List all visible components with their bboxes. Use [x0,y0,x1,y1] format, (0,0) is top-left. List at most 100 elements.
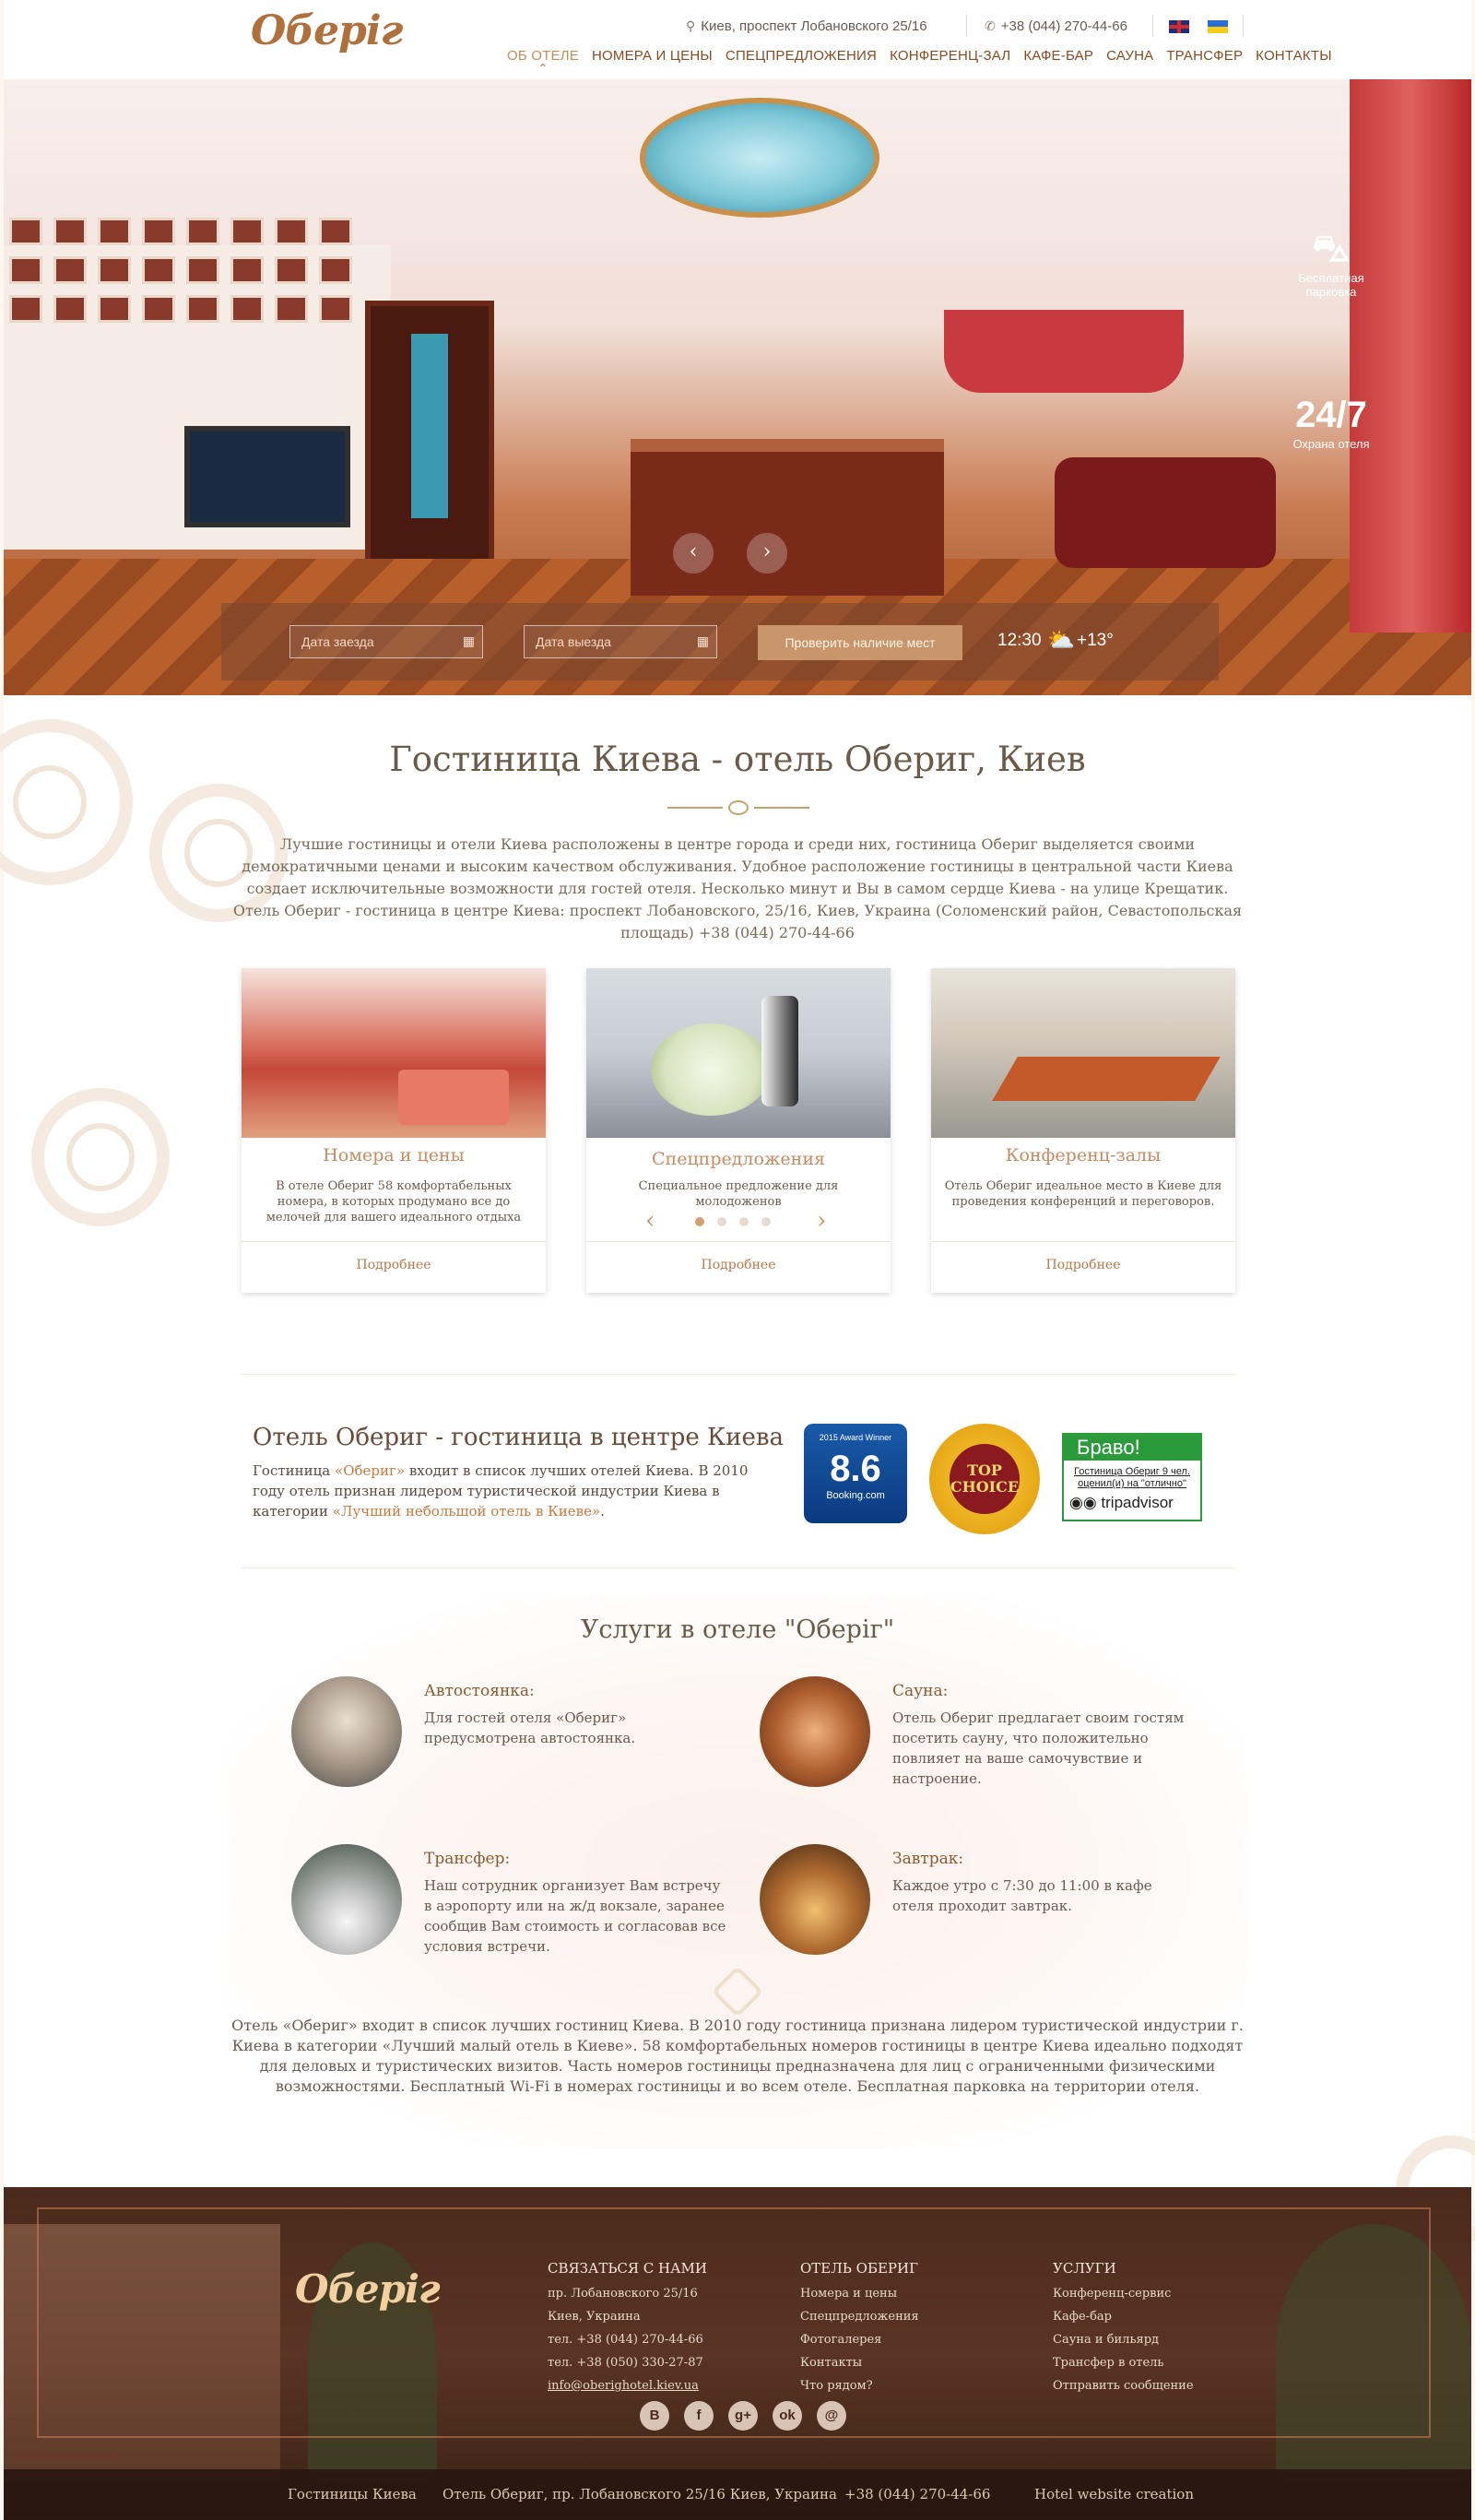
email-icon[interactable]: @ [817,2401,846,2431]
card-more-link[interactable]: Подробнее [931,1258,1235,1272]
awards-link-category[interactable]: «Лучший небольшой отель в Киеве» [333,1503,600,1520]
english-flag-icon[interactable] [1169,20,1189,33]
card-specials-image[interactable] [586,968,891,1138]
nav-sauna[interactable]: САУНА [1106,48,1153,64]
feature-parking: ⛍ Бесплатная парковка [1285,227,1377,299]
footer-link[interactable]: Номера и цены [800,2282,919,2305]
vk-icon[interactable]: В [640,2401,669,2431]
awards-text-part: . [600,1503,605,1520]
divider [242,1241,546,1242]
intro-text: Лучшие гостиницы и отели Киева расположе… [232,835,1243,941]
calendar-icon[interactable]: ▦ [697,633,709,649]
slider-next-button[interactable]: › [747,533,787,574]
service-name: Автостоянка: [424,1682,535,1700]
divider [931,1241,1235,1242]
car-parking-icon: ⛍ [1312,229,1351,269]
footer-link[interactable]: Что рядом? [800,2374,919,2397]
footer-bottom-credit[interactable]: Hotel website creation [1034,2486,1194,2502]
footer-hotel-column: ОТЕЛЬ ОБЕРИГ Номера и цены Спецпредложен… [800,2257,919,2397]
awards-text: Гостиница «Обериг» входит в список лучши… [253,1461,750,1521]
top-choice-badge[interactable]: TOP CHOICE [929,1424,1040,1534]
nav-about[interactable]: ОБ ОТЕЛЕ [507,48,579,64]
ukrainian-flag-icon[interactable] [1208,20,1228,33]
card-more-link[interactable]: Подробнее [242,1258,546,1272]
check-availability-button[interactable]: Проверить наличие мест [758,625,962,660]
facebook-icon[interactable]: f [684,2401,714,2431]
footer-bottom-bar: Гостиницы Киева Отель Обериг, пр. Лобано… [4,2469,1471,2520]
carousel-dot[interactable] [695,1217,704,1226]
booking-award-badge[interactable]: 2015 Award Winner 8.6 Booking.com [804,1424,907,1523]
footer-phone-2[interactable]: тел. +38 (050) 330-27-87 [548,2351,707,2374]
footer-email-link[interactable]: info@oberighotel.kiev.ua [548,2374,707,2397]
awards-text-part: Гостиница [253,1462,336,1479]
nav-contacts[interactable]: КОНТАКТЫ [1256,48,1332,64]
checkin-placeholder: Дата заезда [301,634,374,649]
footer-link[interactable]: Спецпредложения [800,2305,919,2328]
carousel-dot[interactable] [739,1217,749,1226]
footer-link[interactable]: Фотогалерея [800,2328,919,2351]
awards-link-hotel[interactable]: «Обериг» [335,1462,405,1479]
feature-parking-label: Бесплатная парковка [1298,271,1364,299]
booking-bar: Дата заезда ▦ Дата выезда ▦ Проверить на… [221,603,1219,680]
chevron-left-icon[interactable]: ‹ [645,1209,655,1233]
footer-link[interactable]: Контакты [800,2351,919,2374]
ornament-divider [667,799,809,817]
card-title[interactable]: Спецпредложения [586,1149,891,1169]
card-title[interactable]: Конференц-залы [931,1145,1235,1165]
hero-photo-curtain [944,310,1184,393]
service-parking: Автостоянка: Для гостей отеля «Обериг» п… [291,1676,771,1815]
card-title[interactable]: Номера и цены [242,1145,546,1165]
service-description: Каждое утро с 7:30 до 11:00 в кафе отеля… [892,1877,1152,1914]
google-plus-icon[interactable]: g+ [728,2401,758,2431]
nav-conference[interactable]: КОНФЕРЕНЦ-ЗАЛ [890,48,1010,64]
logo[interactable]: Оберіг [251,7,403,54]
card-more-link[interactable]: Подробнее [586,1258,891,1272]
footer: Оберіг СВЯЗАТЬСЯ С НАМИ пр. Лобановского… [4,2187,1471,2520]
checkout-placeholder: Дата выезда [536,634,611,649]
nav-specials[interactable]: СПЕЦПРЕДЛОЖЕНИЯ [726,48,877,64]
hero-photo-door [365,301,494,577]
calendar-icon[interactable]: ▦ [463,633,475,649]
card-specials: Спецпредложения Специальное предложение … [586,968,891,1293]
footer-bottom-link[interactable]: Гостиницы Киева [288,2486,417,2502]
footer-bottom-address: Отель Обериг, пр. Лобановского 25/16 Кие… [442,2486,837,2502]
footer-logo[interactable]: Оберіг [295,2266,441,2312]
footer-heading: СВЯЗАТЬСЯ С НАМИ [548,2260,707,2277]
footer-link[interactable]: Отправить сообщение [1053,2374,1194,2397]
booking-brand: Booking.com [826,1490,885,1501]
hero-photo-dome [640,98,879,218]
header: Оберіг ⚲ Киев, проспект Лобановского 25/1… [4,0,1471,79]
footer-heading: ОТЕЛЬ ОБЕРИГ [800,2260,919,2277]
carousel-dot[interactable] [761,1217,771,1226]
address-text: Киев, проспект Лобановского 25/16 [701,18,927,34]
service-transfer-image [291,1844,402,1955]
divider [1152,15,1153,37]
tripadvisor-badge[interactable]: Браво! Гостиница Обериг 9 чел. оценил(и)… [1062,1433,1202,1521]
chevron-right-icon[interactable]: › [817,1209,826,1233]
card-rooms-image[interactable] [242,968,546,1138]
carousel-dot[interactable] [717,1217,726,1226]
header-phone[interactable]: ✆ +38 (044) 270-44-66 [985,18,1127,34]
card-conference-image[interactable] [931,968,1235,1138]
page: Оберіг ⚲ Киев, проспект Лобановского 25/1… [0,0,1475,2520]
phone-text: +38 (044) 270-44-66 [1000,18,1127,34]
footer-link[interactable]: Трансфер в отель [1053,2351,1194,2374]
card-conference: Конференц-залы Отель Обериг идеальное ме… [931,968,1235,1293]
footer-bottom-phone[interactable]: +38 (044) 270-44-66 [844,2486,990,2502]
checkout-date-input[interactable]: Дата выезда ▦ [524,625,717,658]
hero-photo-frames [9,218,360,323]
footer-link[interactable]: Сауна и бильярд [1053,2328,1194,2351]
nav-cafe[interactable]: КАФЕ-БАР [1023,48,1093,64]
checkin-date-input[interactable]: Дата заезда ▦ [289,625,483,658]
tripadvisor-logo-text: tripadvisor [1101,1494,1174,1511]
footer-phone-1[interactable]: тел. +38 (044) 270-44-66 [548,2328,707,2351]
card-text: Специальное предложение для молодоженов [638,1179,839,1209]
nav-transfer[interactable]: ТРАНСФЕР [1166,48,1243,64]
chevron-left-icon: ‹ [689,540,698,563]
footer-link[interactable]: Кафе-бар [1053,2305,1194,2328]
footer-link[interactable]: Конференц-сервис [1053,2282,1194,2305]
slider-prev-button[interactable]: ‹ [673,533,714,574]
divider [586,1241,891,1242]
nav-rooms[interactable]: НОМЕРА И ЦЕНЫ [592,48,713,64]
odnoklassniki-icon[interactable]: ok [773,2401,802,2431]
